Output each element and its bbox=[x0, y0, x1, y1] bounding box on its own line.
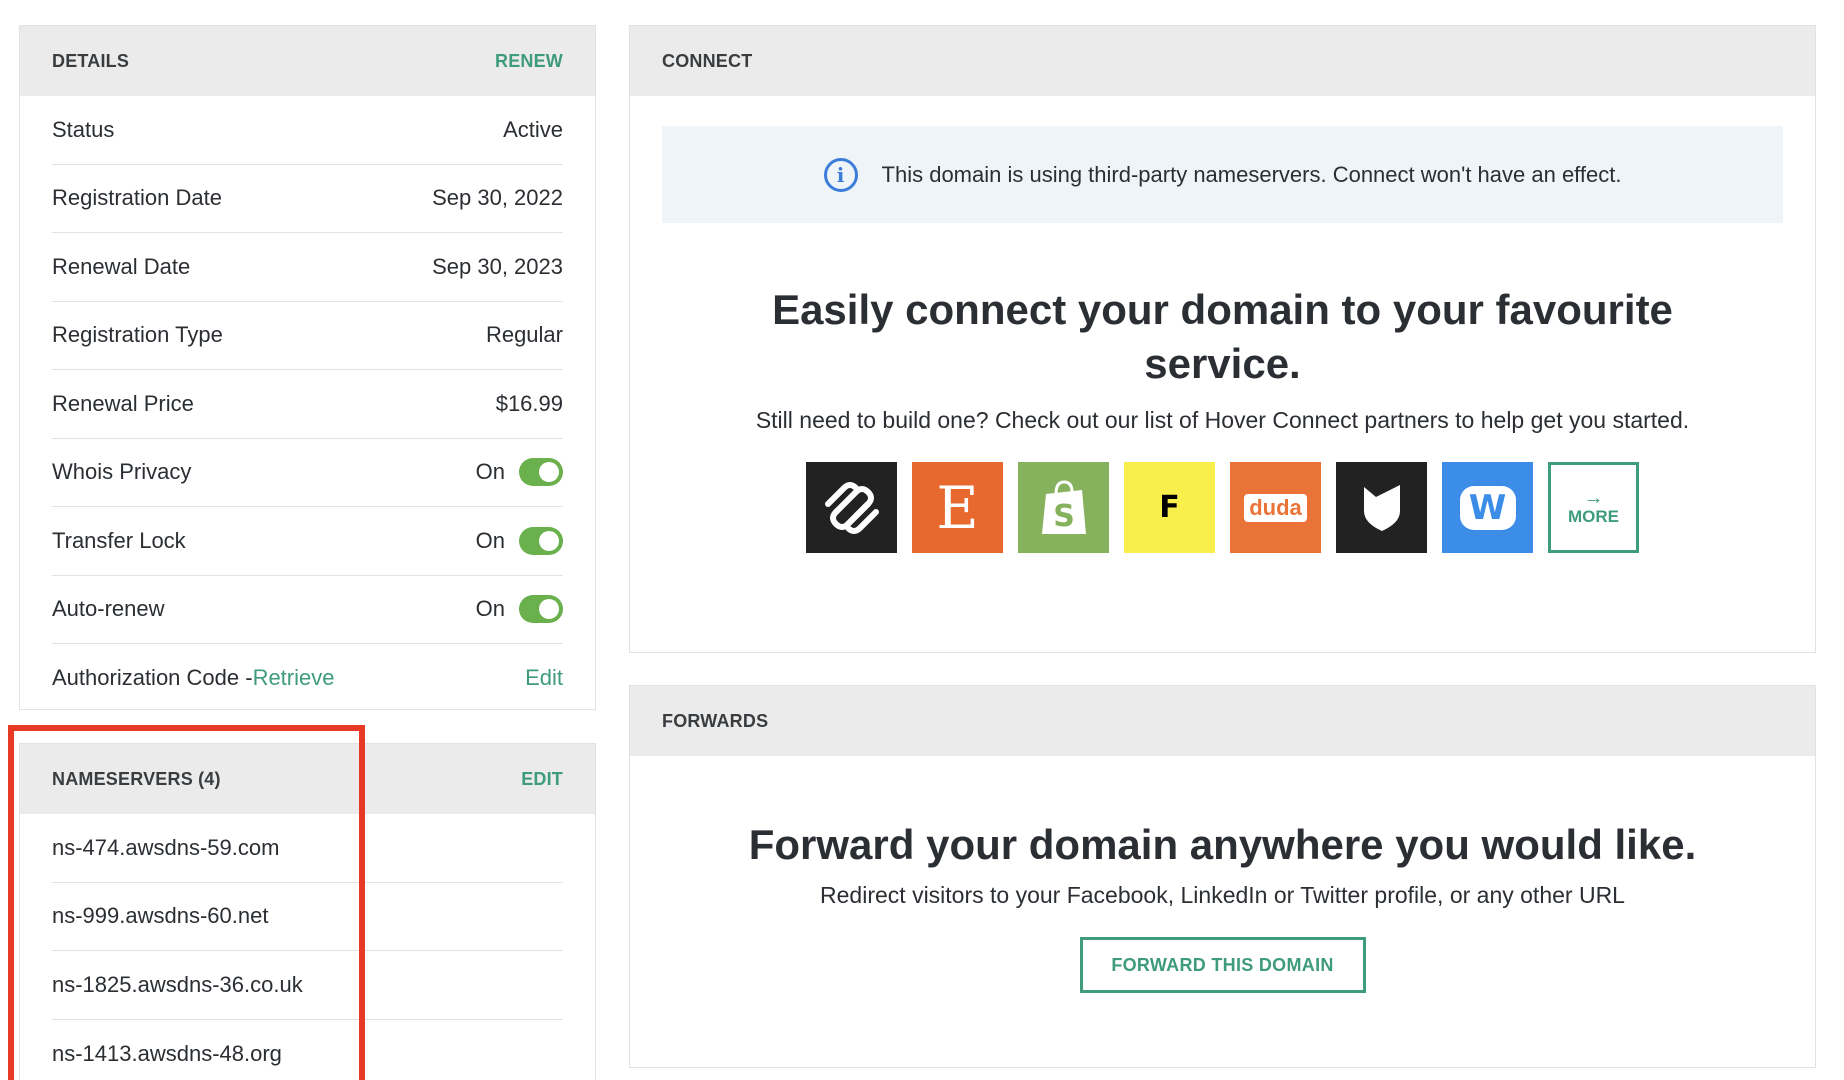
detail-row-renewal-price: Renewal Price $16.99 bbox=[52, 370, 563, 439]
toggle-state: On bbox=[475, 596, 505, 622]
nameservers-header: NAMESERVERS (4) EDIT bbox=[20, 744, 595, 814]
nameserver-item: ns-474.awsdns-59.com bbox=[52, 814, 563, 883]
more-partners-button[interactable]: → MORE bbox=[1548, 462, 1639, 553]
detail-value: Active bbox=[503, 116, 563, 142]
detail-row-whois-privacy: Whois Privacy On bbox=[52, 439, 563, 507]
notice-text: This domain is using third-party nameser… bbox=[881, 161, 1622, 187]
nameserver-item: ns-1413.awsdns-48.org bbox=[52, 1040, 282, 1066]
forwards-panel: FORWARDS Forward your domain anywhere yo… bbox=[629, 685, 1816, 1068]
squarespace-icon bbox=[824, 481, 879, 534]
detail-value: Regular bbox=[485, 322, 563, 348]
details-title: DETAILS bbox=[52, 50, 130, 71]
details-panel: DETAILS RENEW Status Active Registration… bbox=[19, 25, 596, 710]
forwards-header: FORWARDS bbox=[630, 686, 1815, 756]
detail-row-auto-renew: Auto-renew On bbox=[52, 576, 563, 644]
connect-headline-line2: service. bbox=[1144, 340, 1301, 387]
detail-row-authorization-code: Authorization Code -Retrieve Edit bbox=[52, 644, 563, 713]
toggle-state: On bbox=[475, 527, 505, 553]
retrieve-link[interactable]: Retrieve bbox=[253, 665, 335, 690]
detail-label: Renewal Price bbox=[52, 390, 194, 416]
detail-value: $16.99 bbox=[495, 390, 563, 416]
connect-title: CONNECT bbox=[662, 50, 753, 71]
detail-label: Registration Date bbox=[52, 185, 222, 211]
connect-panel: CONNECT i This domain is using third-par… bbox=[629, 25, 1816, 653]
detail-value: On bbox=[475, 458, 563, 487]
detail-row-registration-date: Registration Date Sep 30, 2022 bbox=[52, 165, 563, 233]
partner-list: E S F duda W → MORE bbox=[630, 462, 1815, 553]
third-party-notice: i This domain is using third-party names… bbox=[662, 126, 1783, 223]
svg-text:S: S bbox=[1053, 499, 1075, 534]
detail-row-status: Status Active bbox=[52, 96, 563, 165]
detail-row-registration-type: Registration Type Regular bbox=[52, 302, 563, 370]
detail-label: Transfer Lock bbox=[52, 527, 186, 553]
detail-row-renewal-date: Renewal Date Sep 30, 2023 bbox=[52, 233, 563, 302]
format-icon: F bbox=[1159, 490, 1180, 525]
etsy-icon: E bbox=[936, 473, 979, 542]
detail-label: Registration Type bbox=[52, 322, 223, 348]
forwards-subtext: Redirect visitors to your Facebook, Link… bbox=[820, 882, 1625, 908]
duda-partner[interactable]: duda bbox=[1230, 462, 1321, 553]
shopify-partner[interactable]: S bbox=[1018, 462, 1109, 553]
auth-code-label-group: Authorization Code -Retrieve bbox=[52, 665, 334, 691]
details-header: DETAILS RENEW bbox=[20, 26, 595, 96]
auth-code-label: Authorization Code - bbox=[52, 665, 253, 691]
format-partner[interactable]: F bbox=[1124, 462, 1215, 553]
transfer-lock-toggle[interactable] bbox=[519, 526, 563, 555]
weebly-partner[interactable]: W bbox=[1442, 462, 1533, 553]
detail-value: On bbox=[475, 595, 563, 624]
forward-this-domain-button[interactable]: FORWARD THIS DOMAIN bbox=[1079, 937, 1366, 993]
info-icon: i bbox=[823, 157, 858, 192]
detail-value: Sep 30, 2022 bbox=[432, 185, 563, 211]
detail-label: Whois Privacy bbox=[52, 459, 192, 485]
squarespace-partner[interactable] bbox=[806, 462, 897, 553]
auto-renew-toggle[interactable] bbox=[519, 595, 563, 624]
duda-icon: duda bbox=[1244, 493, 1307, 522]
detail-label: Renewal Date bbox=[52, 253, 191, 279]
nameservers-title: NAMESERVERS (4) bbox=[52, 768, 221, 789]
arrow-right-icon: → bbox=[1583, 486, 1604, 509]
renew-link[interactable]: RENEW bbox=[495, 51, 563, 72]
nameserver-item: ns-999.awsdns-60.net bbox=[52, 883, 563, 951]
detail-value: Sep 30, 2023 bbox=[432, 253, 563, 279]
forwards-headline: Forward your domain anywhere you would l… bbox=[748, 821, 1697, 868]
detail-label: Status bbox=[52, 116, 115, 142]
bigcartel-icon bbox=[1363, 484, 1400, 531]
toggle-state: On bbox=[475, 459, 505, 485]
connect-header: CONNECT bbox=[630, 26, 1815, 96]
shopify-icon: S bbox=[1041, 479, 1086, 534]
bigcartel-partner[interactable] bbox=[1336, 462, 1427, 553]
detail-value: On bbox=[475, 526, 563, 555]
whois-privacy-toggle[interactable] bbox=[519, 458, 563, 487]
nameservers-panel: NAMESERVERS (4) EDIT ns-474.awsdns-59.co… bbox=[19, 743, 596, 1080]
forwards-title: FORWARDS bbox=[662, 710, 769, 731]
weebly-icon: W bbox=[1459, 485, 1516, 530]
nameservers-edit-link[interactable]: EDIT bbox=[521, 769, 563, 790]
etsy-partner[interactable]: E bbox=[912, 462, 1003, 553]
connect-subtext: Still need to build one? Check out our l… bbox=[755, 407, 1690, 433]
auth-code-edit-link[interactable]: Edit bbox=[525, 665, 563, 691]
detail-label: Auto-renew bbox=[52, 596, 165, 622]
connect-headline-line1: Easily connect your domain to your favou… bbox=[772, 286, 1673, 333]
nameserver-item: ns-1825.awsdns-36.co.uk bbox=[52, 951, 563, 1020]
detail-row-transfer-lock: Transfer Lock On bbox=[52, 507, 563, 576]
more-label: MORE bbox=[1568, 506, 1619, 526]
